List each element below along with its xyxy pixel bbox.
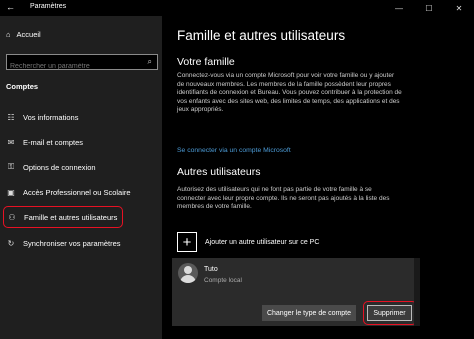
family-description: Connectez-vous via un compte Microsoft p… <box>177 72 402 114</box>
add-user-label: Ajouter un autre utilisateur sur ce PC <box>205 238 320 246</box>
change-account-type-button[interactable]: Changer le type de compte <box>262 305 356 321</box>
sidebar-item-label: Vos informations <box>23 112 79 122</box>
sidebar-item-synchroniser[interactable]: ↻ Synchroniser vos paramètres <box>6 234 121 252</box>
sidebar-item-email[interactable]: ✉ E-mail et comptes <box>6 133 83 151</box>
main-content: Famille et autres utilisateurs Votre fam… <box>162 16 474 339</box>
microsoft-signin-link[interactable]: Se connecter via un compte Microsoft <box>177 147 291 154</box>
page-title: Famille et autres utilisateurs <box>177 28 346 43</box>
others-description: Autorisez des utilisateurs qui ne font p… <box>177 186 390 211</box>
sidebar-item-acces-pro[interactable]: ▣ Accès Professionnel ou Scolaire <box>6 183 131 201</box>
delete-highlight: Supprimer <box>363 301 417 325</box>
nav-home-label: Accueil <box>16 30 41 39</box>
sidebar-item-label: Famille et autres utilisateurs <box>24 212 118 222</box>
briefcase-icon: ▣ <box>7 187 15 197</box>
window-title: Paramètres <box>30 3 67 10</box>
user-panel[interactable]: Tuto Compte local Changer le type de com… <box>172 258 417 326</box>
sidebar-item-label: Options de connexion <box>23 162 96 172</box>
sidebar-item-connexion[interactable]: ⚿ Options de connexion <box>6 158 96 176</box>
add-user-button[interactable]: + Ajouter un autre utilisateur sur ce PC <box>177 232 319 252</box>
search-icon[interactable]: ⌕ <box>148 57 152 67</box>
family-heading: Votre famille <box>177 56 235 68</box>
scrollbar[interactable] <box>414 258 420 326</box>
sidebar-item-vos-informations[interactable]: ☷ Vos informations <box>6 108 78 126</box>
back-arrow-icon[interactable]: ← <box>6 2 15 12</box>
sidebar: ⌂ Accueil ⌕ Comptes ☷ Vos informations ✉… <box>0 16 162 339</box>
sidebar-item-famille[interactable]: ⚇ Famille et autres utilisateurs <box>3 206 123 228</box>
sidebar-item-label: Accès Professionnel ou Scolaire <box>23 187 131 197</box>
delete-button[interactable]: Supprimer <box>367 305 412 321</box>
search-box[interactable]: ⌕ <box>6 54 158 74</box>
people-icon: ⚇ <box>8 212 16 222</box>
key-icon: ⚿ <box>7 162 15 171</box>
maximize-icon[interactable]: ☐ <box>414 0 444 16</box>
sync-icon: ↻ <box>7 238 15 248</box>
others-heading: Autres utilisateurs <box>177 166 261 178</box>
avatar-body <box>180 275 196 283</box>
mail-icon: ✉ <box>7 137 15 147</box>
avatar-head <box>184 266 192 274</box>
sidebar-item-label: E-mail et comptes <box>23 137 84 147</box>
title-bar: ← Paramètres — ☐ ✕ <box>0 0 474 16</box>
nav-home[interactable]: ⌂ Accueil <box>6 30 41 39</box>
plus-icon: + <box>177 232 197 252</box>
home-icon: ⌂ <box>6 30 11 39</box>
sidebar-item-label: Synchroniser vos paramètres <box>23 238 121 248</box>
minimize-icon[interactable]: — <box>384 0 414 16</box>
person-card-icon: ☷ <box>7 112 15 122</box>
user-name: Tuto <box>204 266 218 273</box>
close-icon[interactable]: ✕ <box>444 0 474 16</box>
search-input[interactable] <box>7 59 137 74</box>
user-account-type: Compte local <box>204 277 242 284</box>
window-controls: — ☐ ✕ <box>384 0 474 16</box>
section-label: Comptes <box>6 82 39 91</box>
avatar <box>178 263 198 283</box>
